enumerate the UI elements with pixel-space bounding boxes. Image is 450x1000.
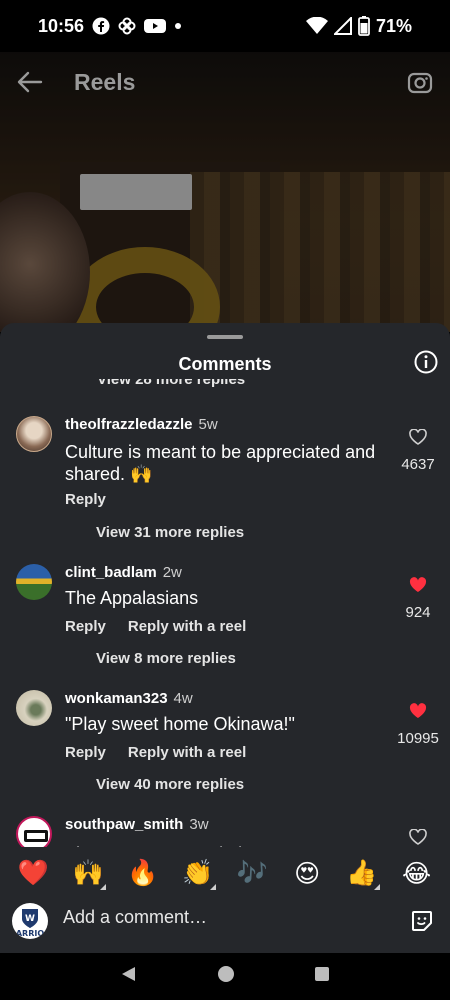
- heart-filled-icon[interactable]: [409, 703, 427, 724]
- emoji-fire[interactable]: 🔥: [123, 858, 163, 888]
- youtube-icon: [144, 18, 167, 34]
- reply-button[interactable]: Reply: [65, 618, 106, 635]
- comment-username[interactable]: clint_badlam 2w: [65, 564, 182, 581]
- status-bar: 10:56 71%: [0, 0, 450, 52]
- view-more-replies[interactable]: View 31 more replies: [96, 524, 244, 541]
- page-title: Reels: [74, 68, 136, 95]
- battery-percent: 71%: [375, 15, 412, 36]
- username-text[interactable]: wonkaman323: [65, 690, 168, 707]
- drag-handle[interactable]: [207, 335, 243, 339]
- emoji-glyph: 👏: [182, 858, 214, 887]
- back-arrow-icon[interactable]: [16, 68, 44, 96]
- like-count: 10995: [397, 730, 439, 747]
- like-box: 924: [394, 577, 442, 621]
- emoji-heart-eyes[interactable]: 😍: [287, 859, 327, 888]
- comment-item: theolfrazzledazzle 5w Culture is meant to…: [0, 411, 450, 541]
- comment-item: clint_badlam 2w The Appalasians Reply Rep…: [0, 561, 450, 686]
- emoji-music[interactable]: 🎶: [232, 858, 272, 888]
- username-text[interactable]: clint_badlam: [65, 564, 157, 581]
- notification-dot-icon: [174, 22, 182, 30]
- comment-text: Culture is meant to be appreciated and s…: [65, 442, 376, 484]
- info-icon[interactable]: [414, 350, 438, 374]
- status-time: 10:56: [38, 15, 85, 36]
- battery-icon: [358, 16, 370, 36]
- wifi-icon: [305, 17, 328, 35]
- emoji-laughing[interactable]: 😂: [397, 859, 437, 888]
- skin-tone-indicator: [209, 884, 216, 890]
- emoji-glyph: 👍: [346, 858, 378, 887]
- like-box: 10995: [394, 703, 442, 747]
- username-text[interactable]: southpaw_smith: [65, 816, 183, 833]
- add-comment-input[interactable]: Add a comment…: [63, 907, 207, 928]
- reply-button[interactable]: Reply: [65, 491, 106, 508]
- nav-back-icon[interactable]: [120, 965, 138, 988]
- skin-tone-indicator: [373, 884, 380, 890]
- comment-text: The Appalasians: [65, 588, 199, 608]
- comment-item: wonkaman323 4w "Play sweet home Okinawa!"…: [0, 687, 450, 812]
- like-box: 4637: [394, 428, 442, 473]
- emoji-heart[interactable]: ❤️: [13, 858, 53, 888]
- skin-tone-indicator: [100, 884, 107, 890]
- comment-time: 3w: [189, 816, 209, 833]
- camera-icon[interactable]: [406, 68, 434, 96]
- comment-time: 2w: [162, 564, 182, 581]
- comment-actions: Reply: [65, 491, 106, 508]
- comment-actions: Reply Reply with a reel: [65, 744, 246, 761]
- nav-recents-icon[interactable]: [314, 966, 330, 987]
- view-more-replies[interactable]: View 40 more replies: [96, 776, 244, 793]
- svg-text:W: W: [25, 914, 35, 924]
- nav-home-icon[interactable]: [217, 965, 235, 988]
- comment-username[interactable]: theolfrazzledazzle 5w: [65, 416, 218, 433]
- avatar[interactable]: [16, 564, 52, 600]
- reply-button[interactable]: Reply: [65, 744, 106, 761]
- avatar[interactable]: [16, 416, 52, 452]
- emoji-quick-bar: ❤️ 🙌 🔥 👏 🎶 😍 👍 😂: [0, 847, 450, 899]
- like-count: 4637: [401, 456, 435, 473]
- heart-outline-icon[interactable]: [409, 428, 427, 450]
- username-text[interactable]: theolfrazzledazzle: [65, 416, 193, 433]
- reply-with-reel-button[interactable]: Reply with a reel: [128, 618, 246, 635]
- comment-time: 4w: [173, 690, 193, 707]
- reels-header: Reels: [0, 52, 450, 112]
- like-count: 924: [405, 604, 431, 621]
- view-more-replies[interactable]: View 8 more replies: [96, 650, 236, 667]
- comment-text: "Play sweet home Okinawa!": [65, 714, 295, 734]
- comment-username[interactable]: wonkaman323 4w: [65, 690, 193, 707]
- comment-actions: Reply Reply with a reel: [65, 618, 246, 635]
- avatar[interactable]: [16, 690, 52, 726]
- sticker-icon[interactable]: [410, 909, 434, 933]
- comment-composer: W ARRIO Add a comment…: [0, 899, 450, 953]
- reply-with-reel-button[interactable]: Reply with a reel: [128, 744, 246, 761]
- comment-time: 5w: [198, 416, 218, 433]
- emoji-raised-hands[interactable]: 🙌: [68, 858, 108, 890]
- pinwheel-icon: [118, 17, 136, 35]
- my-avatar: W ARRIO: [12, 903, 48, 939]
- heart-filled-icon[interactable]: [409, 577, 427, 598]
- facebook-icon: [92, 17, 110, 35]
- emoji-glyph: 🙌: [72, 858, 104, 887]
- avatar-text: ARRIO: [16, 929, 44, 938]
- emoji-clap[interactable]: 👏: [178, 858, 218, 890]
- sheet-title: Comments: [178, 354, 272, 374]
- view-more-replies-truncated[interactable]: View 28 more replies: [97, 379, 245, 391]
- comment-username[interactable]: southpaw_smith 3w: [65, 816, 209, 833]
- signal-icon: [333, 17, 352, 35]
- emoji-thumbs-up[interactable]: 👍: [342, 858, 382, 890]
- system-nav-bar: [0, 953, 450, 1000]
- comment-text: There no more patriotic: [65, 839, 390, 847]
